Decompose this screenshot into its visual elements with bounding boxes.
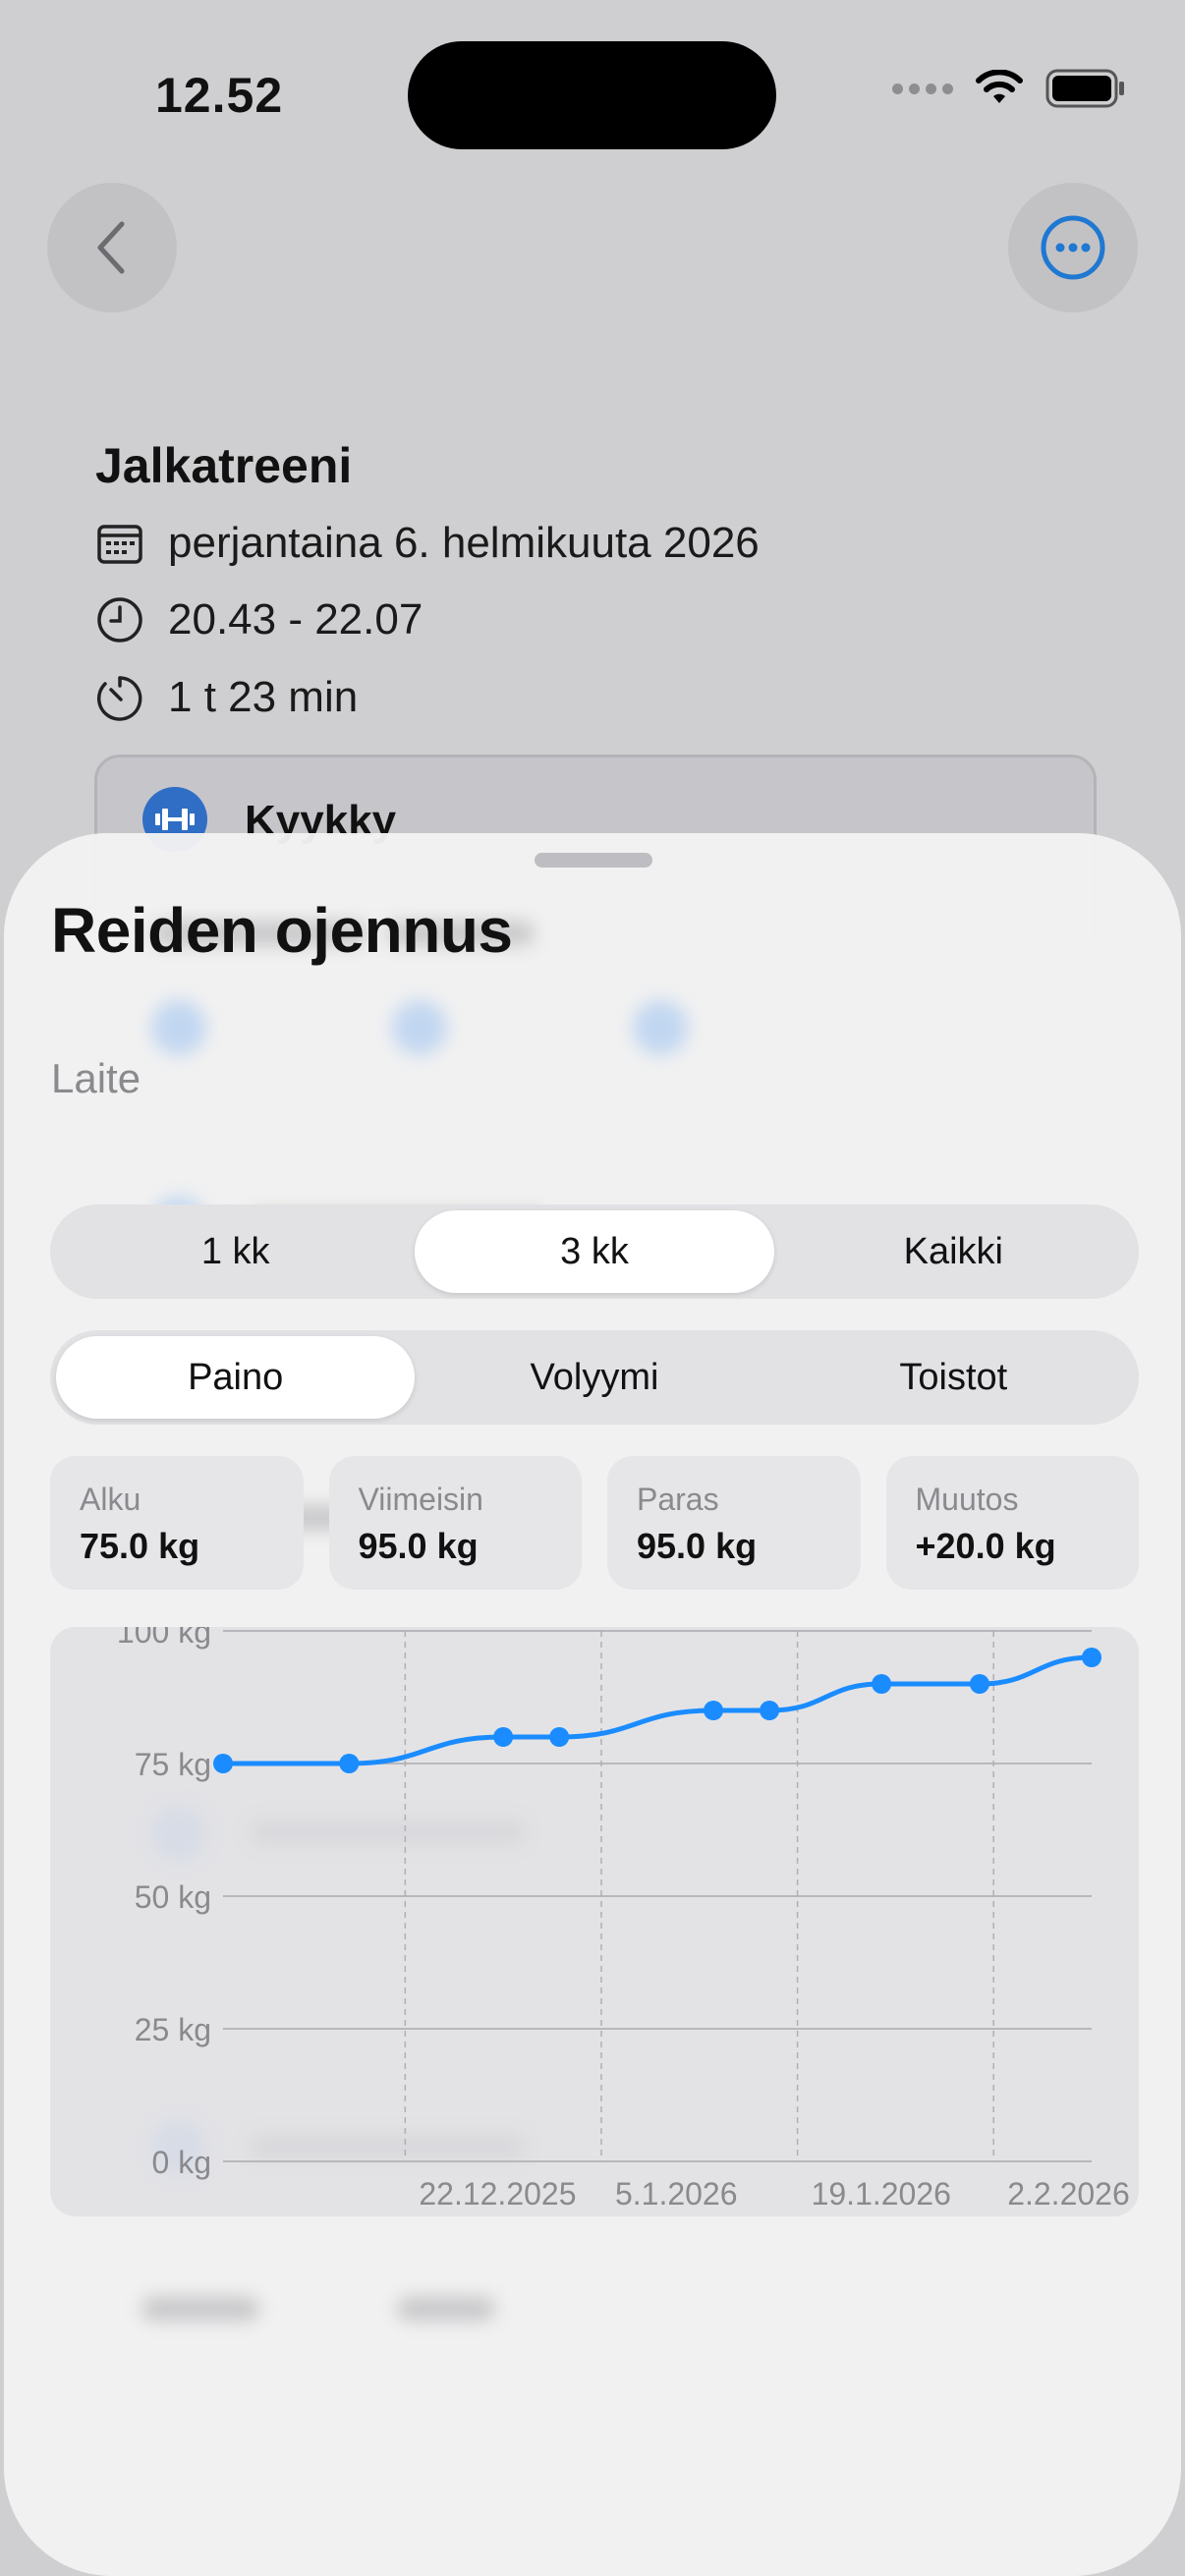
calendar-icon xyxy=(97,525,142,564)
data-point xyxy=(213,1754,233,1773)
data-point xyxy=(1082,1648,1101,1667)
stat-latest: Viimeisin 95.0 kg xyxy=(328,1456,582,1590)
stat-best: Paras 95.0 kg xyxy=(607,1456,861,1590)
timer-icon xyxy=(97,676,142,721)
stats-row: Alku 75.0 kg Viimeisin 95.0 kg Paras 95.… xyxy=(50,1456,1139,1590)
x-tick-label: 5.1.2026 xyxy=(615,2176,738,2212)
workout-date: perjantaina 6. helmikuuta 2026 xyxy=(168,519,760,567)
workout-duration-row: 1 t 23 min xyxy=(95,672,358,723)
stat-label: Paras xyxy=(637,1482,719,1517)
metric-picker: Paino Volyymi Toistot xyxy=(50,1330,1139,1425)
exercise-detail-sheet: Reiden ojennus Laite 1 kk 3 kk Kaikki Pa… xyxy=(4,833,1181,2576)
stat-change: Muutos +20.0 kg xyxy=(885,1456,1139,1590)
workout-time-range: 20.43 - 22.07 xyxy=(168,595,423,644)
workout-duration: 1 t 23 min xyxy=(168,673,359,721)
x-tick-label: 2.2.2026 xyxy=(1007,2176,1130,2212)
range-all[interactable]: Kaikki xyxy=(774,1210,1133,1293)
data-point xyxy=(760,1701,780,1720)
y-tick-label: 25 kg xyxy=(135,2012,211,2047)
range-1kk[interactable]: 1 kk xyxy=(56,1210,415,1293)
data-point xyxy=(704,1701,724,1720)
data-point xyxy=(493,1727,514,1747)
progress-chart: 0 kg 25 kg 50 kg 75 kg 100 kg 22.12.2025 5.1.2… xyxy=(50,1627,1139,2216)
x-tick-label: 19.1.2026 xyxy=(812,2176,951,2212)
y-tick-label: 0 kg xyxy=(152,2145,211,2180)
data-point xyxy=(549,1727,570,1747)
stat-value: 95.0 kg xyxy=(358,1526,479,1566)
sheet-title: Reiden ojennus xyxy=(51,895,513,966)
y-tick-label: 50 kg xyxy=(135,1879,211,1915)
stat-label: Viimeisin xyxy=(358,1482,483,1517)
wifi-icon xyxy=(976,70,1023,103)
battery-icon xyxy=(1045,69,1124,108)
chart-svg: 0 kg 25 kg 50 kg 75 kg 100 kg 22.12.2025 5.1.2… xyxy=(117,1627,1130,2212)
metric-reps[interactable]: Toistot xyxy=(774,1336,1133,1419)
stat-label: Alku xyxy=(80,1482,141,1517)
time-range-picker: 1 kk 3 kk Kaikki xyxy=(50,1204,1139,1299)
workout-time-row: 20.43 - 22.07 xyxy=(95,595,423,644)
status-time: 12.52 xyxy=(155,68,284,123)
status-icons xyxy=(892,69,1126,108)
stat-value: +20.0 kg xyxy=(915,1526,1056,1566)
metric-weight[interactable]: Paino xyxy=(56,1336,416,1419)
equipment-label: Laite xyxy=(51,1055,141,1101)
x-tick-label: 22.12.2025 xyxy=(419,2176,576,2212)
chevron-left-icon xyxy=(97,221,125,274)
clock-icon xyxy=(97,597,142,643)
workout-date-row: perjantaina 6. helmikuuta 2026 xyxy=(95,519,760,568)
y-tick-label: 75 kg xyxy=(135,1747,211,1782)
data-point xyxy=(969,1674,989,1694)
stat-label: Muutos xyxy=(915,1482,1019,1517)
series-line xyxy=(220,1654,1095,1766)
more-icon xyxy=(1041,215,1105,280)
range-3kk[interactable]: 3 kk xyxy=(415,1210,774,1293)
data-point xyxy=(872,1674,892,1694)
y-tick-label: 100 kg xyxy=(117,1627,211,1650)
stat-value: 75.0 kg xyxy=(80,1526,200,1566)
sheet-grabber[interactable] xyxy=(535,853,652,868)
stat-value: 95.0 kg xyxy=(637,1526,758,1566)
workout-title: Jalkatreeni xyxy=(95,438,353,493)
more-button[interactable] xyxy=(1008,183,1138,312)
dynamic-island xyxy=(408,41,776,149)
metric-volume[interactable]: Volyymi xyxy=(415,1336,773,1419)
cellular-icon xyxy=(892,83,953,94)
data-point xyxy=(339,1754,360,1773)
back-button[interactable] xyxy=(47,183,177,312)
stat-start: Alku 75.0 kg xyxy=(50,1456,304,1590)
